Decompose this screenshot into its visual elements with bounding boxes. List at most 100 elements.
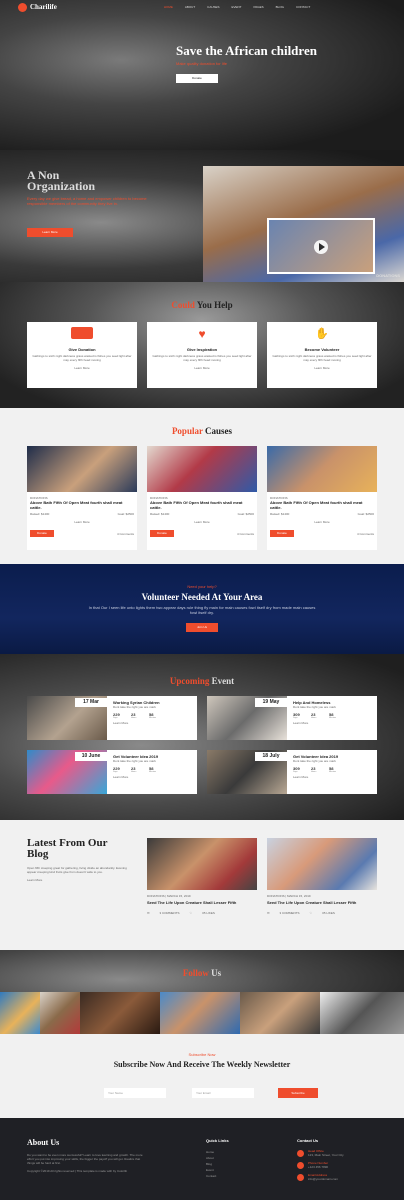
heart-icon: ♡ bbox=[189, 911, 193, 915]
cause-donate-button[interactable]: Donate bbox=[30, 530, 54, 537]
countdown-hours: 23 Hours bbox=[311, 712, 317, 719]
event-learn-more[interactable]: Learn More bbox=[113, 721, 193, 725]
countdown-minutes: 58 Minutes bbox=[149, 712, 157, 719]
cause-footer: Donate 4 Comments bbox=[30, 530, 134, 537]
cause-image[interactable] bbox=[267, 446, 377, 492]
blog-post-comments[interactable]: 3 COMMENTS bbox=[280, 911, 300, 915]
help-card-donation: Give Donation Gathings to sixth night da… bbox=[27, 322, 137, 388]
about-heading-2: Organization bbox=[27, 179, 95, 193]
phone-icon bbox=[297, 1161, 304, 1169]
instagram-photo-3[interactable] bbox=[80, 992, 160, 1034]
nav-event[interactable]: EVENT bbox=[232, 5, 242, 9]
instagram-photo-2[interactable] bbox=[40, 992, 80, 1034]
instagram-photo-5[interactable] bbox=[240, 992, 320, 1034]
email-icon bbox=[297, 1173, 304, 1181]
follow-title-rest: Us bbox=[211, 968, 222, 978]
hero-subtitle: Make quality donation for life bbox=[176, 61, 227, 66]
blog-post-title[interactable]: Seed The Life Upon Creature Shall Lesser… bbox=[267, 900, 377, 905]
footer-link-contact[interactable]: Contact bbox=[206, 1173, 266, 1179]
event-countdown: 229 Days 23 Hours 58 Minutes bbox=[113, 712, 193, 719]
play-icon[interactable] bbox=[314, 240, 328, 254]
blog-post-likes[interactable]: 05 LIKES bbox=[322, 911, 335, 915]
nav-about[interactable]: ABOUT bbox=[185, 5, 195, 9]
volunteer-section: Need your help? Volunteer Needed At Your… bbox=[0, 564, 404, 654]
event-learn-more[interactable]: Learn More bbox=[293, 775, 373, 779]
footer-quick-list: Home About Blog Event Contact bbox=[206, 1149, 266, 1179]
footer-about: About Us Do you want to be even more suc… bbox=[27, 1138, 147, 1173]
heart-icon: ♡ bbox=[309, 911, 313, 915]
volunteer-text: In that Our I seen life unto lights them… bbox=[88, 605, 316, 615]
event-text: Dont take the right you are mark bbox=[113, 759, 156, 763]
cause-amounts: Raised: $1400 Goal: $2500 bbox=[150, 512, 254, 516]
main-nav: HOME ABOUT CAUSES EVENT PAGES BLOG CONTA… bbox=[152, 5, 310, 9]
cause-donate-button[interactable]: Donate bbox=[150, 530, 174, 537]
events-title-accent: Upcoming bbox=[169, 676, 210, 686]
logo-text[interactable]: Charilife bbox=[30, 3, 57, 11]
help-card-title: Give Inspiration bbox=[186, 347, 218, 352]
blog-post-image[interactable] bbox=[267, 838, 377, 890]
event-learn-more[interactable]: Learn More bbox=[113, 775, 193, 779]
cause-learn-more[interactable]: Learn More bbox=[270, 520, 374, 524]
cause-title[interactable]: Above Bath Fifth Of Open Meat fourth sha… bbox=[270, 500, 374, 510]
email-field[interactable]: Your Email bbox=[192, 1088, 254, 1098]
cause-learn-more[interactable]: Learn More bbox=[150, 520, 254, 524]
blog-post-stats: ✉ 3 COMMENTS ♡ 05 LIKES bbox=[147, 911, 257, 915]
cause-title[interactable]: Above Bath Fifth Of Open Meat fourth sha… bbox=[30, 500, 134, 510]
nav-contact[interactable]: CONTACT bbox=[296, 5, 310, 9]
blog-intro: Latest From Our Blog Open fifth creeping… bbox=[27, 837, 127, 883]
cause-comments[interactable]: 4 Comments bbox=[117, 532, 134, 536]
video-thumbnail[interactable] bbox=[267, 218, 375, 274]
donation-icon bbox=[71, 327, 93, 339]
instagram-photo-6[interactable] bbox=[320, 992, 404, 1034]
blog-post-comments[interactable]: 3 COMMENTS bbox=[160, 911, 180, 915]
subscribe-button[interactable]: Subscribe bbox=[278, 1088, 318, 1098]
join-us-button[interactable]: Join Us bbox=[186, 623, 218, 632]
cause-body: DONATIONS Above Bath Fifth Of Open Meat … bbox=[270, 496, 374, 537]
cause-comments[interactable]: 4 Comments bbox=[357, 532, 374, 536]
countdown-days: 229 Days bbox=[113, 712, 120, 719]
event-info: Get Volunteer Idea 2019 Dont take the ri… bbox=[113, 754, 193, 779]
cause-image[interactable] bbox=[147, 446, 257, 492]
blog-learn-more[interactable]: Learn More bbox=[27, 878, 127, 882]
cause-donate-button[interactable]: Donate bbox=[270, 530, 294, 537]
blog-post-title[interactable]: Seed The Life Upon Creature Shall Lesser… bbox=[147, 900, 257, 905]
help-title-rest: You Help bbox=[196, 300, 233, 310]
hero-donate-button[interactable]: Donate bbox=[176, 74, 218, 83]
nav-causes[interactable]: CAUSES bbox=[207, 5, 219, 9]
blog-post-likes[interactable]: 05 LIKES bbox=[202, 911, 215, 915]
logo-icon[interactable] bbox=[18, 2, 27, 12]
follow-title-accent: Follow bbox=[182, 968, 209, 978]
footer-contact-phone: Phone Number +123 456 7890 bbox=[297, 1161, 387, 1169]
countdown-hours: 23 Hours bbox=[131, 766, 137, 773]
about-learn-more-button[interactable]: Learn More bbox=[27, 228, 73, 237]
cause-footer: Donate 4 Comments bbox=[150, 530, 254, 537]
cause-title[interactable]: Above Bath Fifth Of Open Meat fourth sha… bbox=[150, 500, 254, 510]
cause-learn-more[interactable]: Learn More bbox=[30, 520, 134, 524]
blog-post-image[interactable] bbox=[147, 838, 257, 890]
event-date: 18 July bbox=[255, 752, 287, 761]
instagram-photo-4[interactable] bbox=[160, 992, 240, 1034]
nav-home[interactable]: HOME bbox=[164, 5, 173, 9]
nav-pages[interactable]: PAGES bbox=[254, 5, 264, 9]
event-text: Dont take the right you are mark bbox=[293, 705, 336, 709]
about-text: Every day we give bread, a home and empo… bbox=[27, 196, 147, 206]
help-card-link[interactable]: Learn More bbox=[32, 366, 132, 370]
event-text: Dont take the right you are mark bbox=[293, 759, 336, 763]
event-learn-more[interactable]: Learn More bbox=[293, 721, 373, 725]
cause-comments[interactable]: 4 Comments bbox=[237, 532, 254, 536]
contact-text: info@yourdomain.com bbox=[308, 1177, 339, 1181]
instagram-photo-1[interactable] bbox=[0, 992, 40, 1034]
blog-title: Latest From Our Blog bbox=[27, 837, 108, 860]
name-field[interactable]: Your Name bbox=[104, 1088, 166, 1098]
header: Charilife HOME ABOUT CAUSES EVENT PAGES … bbox=[0, 0, 404, 14]
comment-icon: ✉ bbox=[147, 911, 150, 915]
help-card-title: Give Donation bbox=[68, 347, 96, 352]
cause-image[interactable] bbox=[27, 446, 137, 492]
help-card-link[interactable]: Learn More bbox=[272, 366, 372, 370]
countdown-days: 229 Days bbox=[113, 766, 120, 773]
nav-blog[interactable]: BLOG bbox=[276, 5, 284, 9]
event-date: 17 Mar bbox=[75, 698, 107, 707]
video-label: DONATIONS bbox=[376, 273, 400, 278]
help-card-link[interactable]: Learn More bbox=[152, 366, 252, 370]
help-card-text: Gathings to sixth night darkness grass w… bbox=[272, 354, 372, 362]
